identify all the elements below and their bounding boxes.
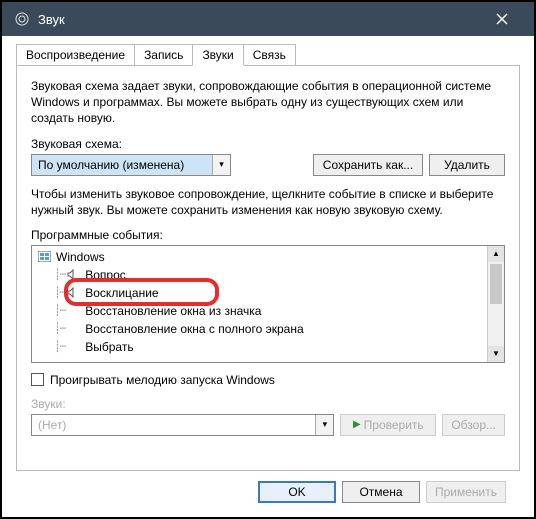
tree-item[interactable]: ┊┄ Восстановление окна с полного экрана — [34, 320, 485, 338]
tree-item-label: Восклицание — [85, 286, 158, 300]
intro-text: Звуковая схема задает звуки, сопровождаю… — [31, 78, 505, 127]
tree-scrollbar[interactable]: ▲ ▼ — [487, 246, 504, 362]
sound-dialog: Звук Воспроизведение Запись Звуки Связь … — [2, 2, 534, 517]
tab-strip: Воспроизведение Запись Звуки Связь — [16, 42, 520, 66]
close-button[interactable] — [480, 2, 524, 36]
tab-recording[interactable]: Запись — [134, 44, 193, 66]
hint-text: Чтобы изменить звуковое сопровождение, щ… — [31, 186, 505, 218]
save-as-button[interactable]: Сохранить как... — [313, 154, 423, 176]
test-button[interactable]: ▶Проверить — [340, 414, 436, 436]
scroll-down-icon[interactable]: ▼ — [488, 346, 504, 362]
tree-item-label: Вопрос — [85, 268, 126, 282]
tree-item-label: Выбрать — [85, 340, 133, 354]
scheme-label: Звуковая схема: — [31, 137, 505, 151]
ok-button[interactable]: OK — [258, 481, 336, 503]
dialog-footer: OK Отмена Применить — [16, 471, 520, 507]
sounds-panel: Звуковая схема задает звуки, сопровождаю… — [16, 66, 520, 471]
chevron-down-icon: ▾ — [315, 415, 333, 435]
tab-playback[interactable]: Воспроизведение — [16, 44, 135, 66]
tree-connector: ┊┄ — [54, 304, 65, 317]
sounds-label: Звуки: — [31, 397, 505, 411]
tree-item-label: Восстановление окна с полного экрана — [85, 322, 303, 336]
tree-item[interactable]: ┊┄ Восклицание — [34, 284, 485, 302]
play-icon: ▶ — [353, 419, 361, 430]
events-label: Программные события: — [31, 228, 505, 242]
browse-button[interactable]: Обзор... — [442, 414, 505, 436]
sound-value: (Нет) — [32, 415, 315, 435]
speaker-icon — [67, 269, 81, 280]
cancel-button[interactable]: Отмена — [342, 481, 420, 503]
tree-item[interactable]: ┊┄ Восстановление окна из значка — [34, 302, 485, 320]
scheme-combo[interactable]: По умолчанию (изменена) ▾ — [31, 154, 231, 176]
tree-item-label: Восстановление окна из значка — [85, 304, 261, 318]
windows-icon — [38, 251, 52, 262]
window-title: Звук — [38, 12, 480, 27]
scroll-thumb[interactable] — [490, 264, 502, 304]
sound-combo[interactable]: (Нет) ▾ — [31, 414, 334, 436]
scroll-up-icon[interactable]: ▲ — [488, 246, 504, 262]
test-button-label: Проверить — [364, 418, 424, 432]
tree-root[interactable]: Windows — [34, 248, 485, 266]
play-startup-label: Проигрывать мелодию запуска Windows — [50, 373, 275, 387]
speaker-icon — [67, 287, 81, 298]
tree-connector: ┊┄ — [54, 268, 65, 281]
tree-item[interactable]: ┊┄ Выбрать — [34, 338, 485, 356]
tree-connector: ┊┄ — [54, 286, 65, 299]
tree-item[interactable]: ┊┄ Вопрос — [34, 266, 485, 284]
scheme-value: По умолчанию (изменена) — [32, 155, 212, 175]
chevron-down-icon: ▾ — [212, 155, 230, 175]
delete-button[interactable]: Удалить — [429, 154, 505, 176]
tab-communications[interactable]: Связь — [243, 44, 296, 66]
tree-connector: ┊┄ — [54, 340, 65, 353]
apply-button[interactable]: Применить — [426, 481, 506, 503]
titlebar: Звук — [2, 2, 534, 36]
tree-root-label: Windows — [56, 250, 105, 264]
tab-sounds[interactable]: Звуки — [192, 44, 243, 66]
events-tree[interactable]: Windows ┊┄ Вопрос ┊┄ Восклицание ┊┄ — [31, 245, 505, 363]
tree-connector: ┊┄ — [54, 322, 65, 335]
sound-icon — [14, 11, 30, 27]
play-startup-checkbox[interactable] — [31, 373, 44, 386]
